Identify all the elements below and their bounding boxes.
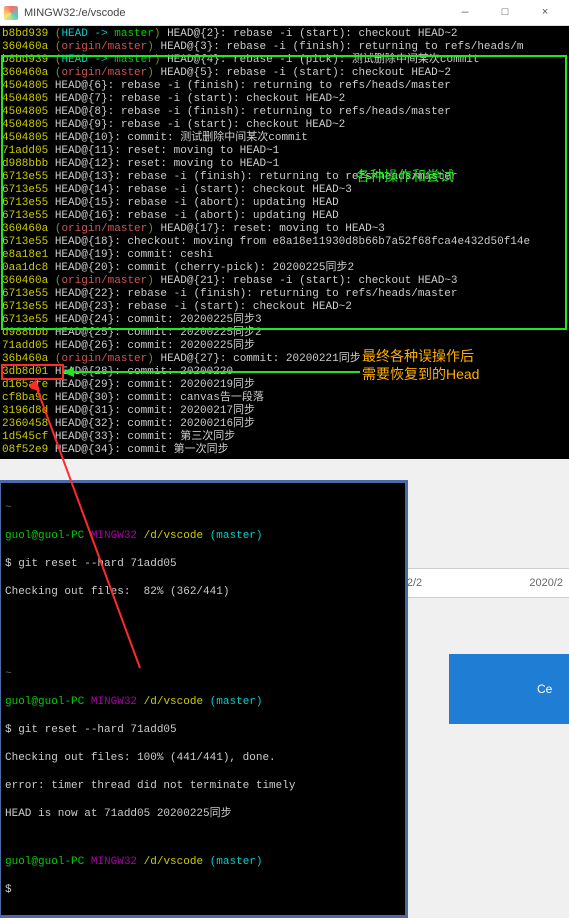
reflog-line: 2360458 HEAD@{32}: commit: 20200216同步 bbox=[2, 418, 569, 431]
close-button[interactable]: × bbox=[525, 0, 565, 26]
reflog-line: 360460a (origin/master) HEAD@{5}: rebase… bbox=[2, 67, 569, 80]
blue-panel[interactable]: Ce bbox=[449, 654, 569, 724]
reflog-line: 71add05 HEAD@{26}: commit: 20200225同步 bbox=[2, 340, 569, 353]
head-now: HEAD is now at 71add05 20200225同步 bbox=[5, 807, 401, 821]
reflog-line: 4504805 HEAD@{10}: commit: 测试删除中间某次commi… bbox=[2, 132, 569, 145]
reflog-line: 6713e55 HEAD@{13}: rebase -i (finish): r… bbox=[2, 171, 569, 184]
reflog-line: 360460a (origin/master) HEAD@{3}: rebase… bbox=[2, 41, 569, 54]
reflog-line: 3db8d01 HEAD@{28}: commit: 20200220 bbox=[2, 366, 569, 379]
reflog-line: 36b460a (origin/master) HEAD@{27}: commi… bbox=[2, 353, 569, 366]
window-title: MINGW32:/e/vscode bbox=[24, 7, 445, 19]
reflog-line: 71add05 HEAD@{11}: reset: moving to HEAD… bbox=[2, 145, 569, 158]
blue-panel-text: Ce bbox=[537, 682, 552, 696]
reflog-line: d988bbb HEAD@{25}: commit: 20200225同步2 bbox=[2, 327, 569, 340]
reflog-line: 4504805 HEAD@{9}: rebase -i (start): che… bbox=[2, 119, 569, 132]
reflog-line: 4504805 HEAD@{7}: rebase -i (start): che… bbox=[2, 93, 569, 106]
annotation-final-head-b: 需要恢复到的Head bbox=[362, 364, 479, 384]
terminal-output[interactable]: b8bd939 (HEAD -> master) HEAD@{2}: rebas… bbox=[0, 26, 569, 459]
reflog-line: d165afe HEAD@{29}: commit: 20200219同步 bbox=[2, 379, 569, 392]
error-line: error: timer thread did not terminate ti… bbox=[5, 779, 401, 793]
annotation-final-head-a: 最终各种误操作后 bbox=[362, 346, 474, 366]
reflog-line: e8a18e1 HEAD@{19}: commit: ceshi bbox=[2, 249, 569, 262]
reflog-line: 360460a (origin/master) HEAD@{17}: reset… bbox=[2, 223, 569, 236]
reflog-line: 1d545cf HEAD@{33}: commit: 第三次同步 bbox=[2, 431, 569, 444]
reflog-line: d988bbb HEAD@{12}: reset: moving to HEAD… bbox=[2, 158, 569, 171]
reflog-line: 4504805 HEAD@{6}: rebase -i (finish): re… bbox=[2, 80, 569, 93]
cmd-line: $ git reset --hard 71add05 bbox=[5, 723, 401, 737]
reflog-line: 6713e55 HEAD@{15}: rebase -i (abort): up… bbox=[2, 197, 569, 210]
window-buttons: — □ × bbox=[445, 0, 565, 26]
prompt-dollar: $ bbox=[5, 883, 401, 897]
reflog-line: 6713e55 HEAD@{23}: rebase -i (start): ch… bbox=[2, 301, 569, 314]
reflog-line: 6713e55 HEAD@{18}: checkout: moving from… bbox=[2, 236, 569, 249]
annotation-operations: 各种操作和尝试 bbox=[356, 166, 454, 186]
reflog-line: 6713e55 HEAD@{22}: rebase -i (finish): r… bbox=[2, 288, 569, 301]
folder-date2: 2020/2 bbox=[529, 577, 563, 589]
app-icon bbox=[4, 6, 18, 20]
reflog-line: 6713e55 HEAD@{16}: rebase -i (abort): up… bbox=[2, 210, 569, 223]
reflog-line: cf8ba9c HEAD@{30}: commit: canvas告一段落 bbox=[2, 392, 569, 405]
maximize-button[interactable]: □ bbox=[485, 0, 525, 26]
prompt-user: guol@guol-PC bbox=[5, 530, 84, 542]
reflog-line: 3196d8d HEAD@{31}: commit: 20200217同步 bbox=[2, 405, 569, 418]
reflog-line: b8bd939 (HEAD -> master) HEAD@{4}: rebas… bbox=[2, 54, 569, 67]
reflog-line: 4504805 HEAD@{8}: rebase -i (finish): re… bbox=[2, 106, 569, 119]
cmd-line: $ git reset --hard 71add05 bbox=[5, 557, 401, 571]
reflog-line: 08f52e9 HEAD@{34}: commit 第一次同步 bbox=[2, 444, 569, 457]
secondary-terminal[interactable]: ~ guol@guol-PC MINGW32 /d/vscode (master… bbox=[0, 480, 408, 918]
checkout-progress: Checking out files: 82% (362/441) bbox=[5, 585, 401, 599]
reflog-line: 0aa1dc8 HEAD@{20}: commit (cherry-pick):… bbox=[2, 262, 569, 275]
checkout-done: Checking out files: 100% (441/441), done… bbox=[5, 751, 401, 765]
reflog-line: 360460a (origin/master) HEAD@{21}: rebas… bbox=[2, 275, 569, 288]
window-titlebar: MINGW32:/e/vscode — □ × bbox=[0, 0, 569, 26]
minimize-button[interactable]: — bbox=[445, 0, 485, 26]
reflog-line: 6713e55 HEAD@{24}: commit: 20200225同步3 bbox=[2, 314, 569, 327]
reflog-line: b8bd939 (HEAD -> master) HEAD@{2}: rebas… bbox=[2, 28, 569, 41]
reflog-line: 6713e55 HEAD@{14}: rebase -i (start): ch… bbox=[2, 184, 569, 197]
